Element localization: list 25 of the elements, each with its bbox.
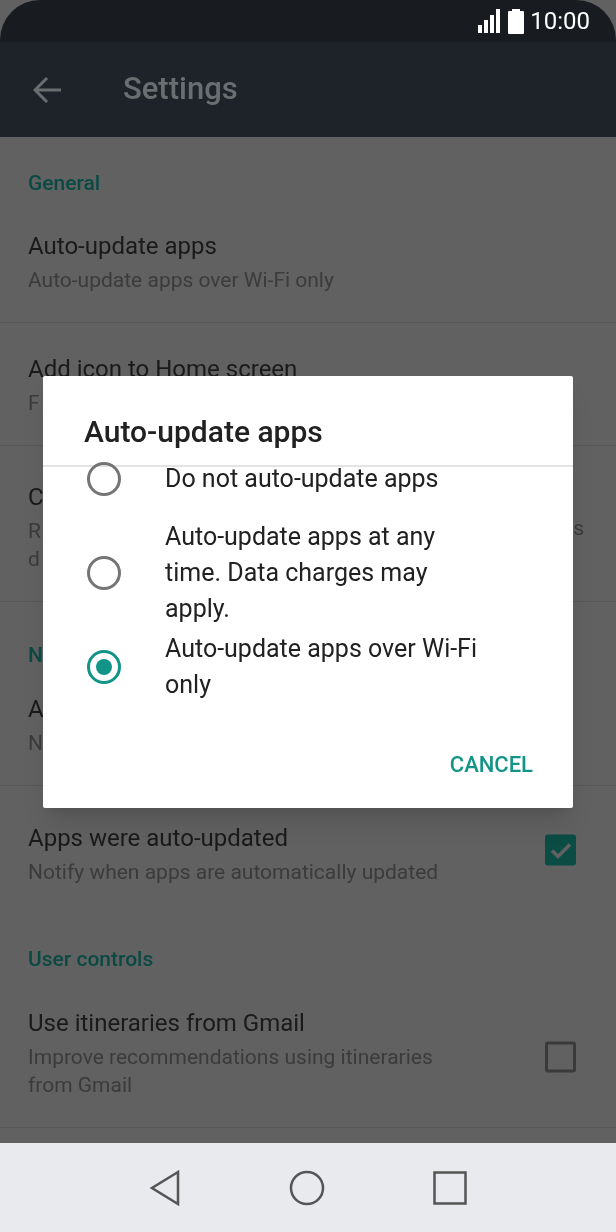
- setting-title: Apps were auto-updated: [28, 823, 288, 853]
- setting-title: C: [28, 482, 44, 512]
- setting-title: Auto-update apps: [28, 231, 217, 261]
- cancel-button[interactable]: CANCEL: [439, 742, 543, 787]
- dialog-title: Auto-update apps: [84, 413, 323, 451]
- setting-title: A: [28, 694, 44, 724]
- checkbox[interactable]: [545, 834, 576, 866]
- battery-icon: [508, 8, 525, 34]
- option-label[interactable]: Auto-update apps at any time. Data charges may apply.: [165, 519, 483, 627]
- radio-button[interactable]: [87, 556, 121, 590]
- home-icon[interactable]: [289, 1169, 325, 1206]
- status-time: 10:00: [530, 6, 590, 37]
- option-label[interactable]: Do not auto-update apps: [165, 461, 483, 497]
- radio-button[interactable]: [87, 650, 121, 684]
- setting-title: Use itineraries from Gmail: [28, 1008, 305, 1038]
- option-label[interactable]: Auto-update apps over Wi-Fi only: [165, 631, 483, 703]
- section-header: User controls: [28, 947, 154, 971]
- checkbox[interactable]: [545, 1041, 576, 1072]
- section-header: General: [28, 171, 101, 195]
- back-arrow-icon: [33, 75, 63, 104]
- recents-icon[interactable]: [433, 1170, 467, 1205]
- section-header: N: [28, 643, 43, 667]
- radio-button[interactable]: [87, 462, 121, 496]
- back-icon[interactable]: [149, 1169, 181, 1206]
- screen-title: Settings: [123, 69, 238, 110]
